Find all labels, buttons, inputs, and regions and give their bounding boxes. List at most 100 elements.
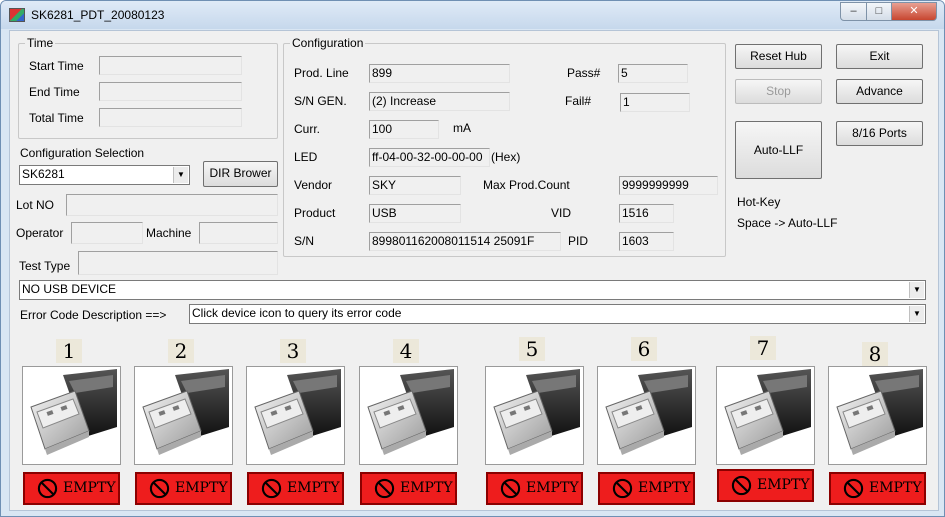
client-area: Time Start Time End Time Total Time Conf… (9, 30, 939, 511)
dir-browse-button[interactable]: DIR Brower (203, 161, 278, 187)
fail-count-field: 1 (620, 93, 690, 112)
sn-field: 899801162008011514 25091F (369, 232, 561, 251)
fail-label: Fail# (565, 94, 592, 108)
end-time-label: End Time (29, 85, 80, 99)
no-entry-icon (843, 478, 864, 499)
slot-status-badge[interactable]: EMPTY (23, 472, 120, 505)
error-code-label: Error Code Description ==> (20, 308, 167, 322)
max-prod-count-label: Max Prod.Count (483, 178, 570, 192)
minimize-button[interactable]: – (840, 2, 867, 21)
slot-status-badge[interactable]: EMPTY (135, 472, 232, 505)
end-time-field (99, 82, 242, 101)
usb-device-combo[interactable]: NO USB DEVICE ▼ (19, 280, 926, 300)
usb-drive-icon[interactable] (359, 366, 458, 465)
error-code-value: Click device icon to query its error cod… (192, 306, 402, 320)
slot-status-text: EMPTY (175, 480, 228, 496)
slot-status-badge[interactable]: EMPTY (360, 472, 457, 505)
prod-line-field: 899 (369, 64, 510, 83)
time-group-title: Time (25, 36, 56, 50)
machine-label: Machine (146, 226, 192, 240)
vid-label: VID (551, 206, 572, 220)
test-type-label: Test Type (19, 259, 71, 273)
slot-status-badge[interactable]: EMPTY (717, 469, 814, 502)
no-entry-icon (731, 475, 752, 496)
pass-count-field: 5 (618, 64, 688, 83)
slot-status-text: EMPTY (400, 480, 453, 496)
usb-device-value: NO USB DEVICE (22, 282, 117, 296)
slot-status-badge[interactable]: EMPTY (247, 472, 344, 505)
ports-button[interactable]: 8/16 Ports (836, 121, 923, 146)
sn-gen-field: (2) Increase (369, 92, 510, 111)
no-entry-icon (261, 478, 282, 499)
slot-status-badge[interactable]: EMPTY (598, 472, 695, 505)
close-button[interactable]: ✕ (891, 2, 937, 21)
stop-button[interactable]: Stop (735, 79, 822, 104)
chevron-down-icon[interactable]: ▼ (173, 167, 188, 183)
slot-status-text: EMPTY (757, 477, 810, 493)
slot-status-text: EMPTY (63, 480, 116, 496)
usb-drive-icon[interactable] (134, 366, 233, 465)
max-prod-count-field: 9999999999 (619, 176, 718, 195)
slot-status-text: EMPTY (638, 480, 691, 496)
lot-no-field[interactable] (66, 194, 278, 216)
no-entry-icon (149, 478, 170, 499)
exit-button[interactable]: Exit (836, 44, 923, 69)
chevron-down-icon[interactable]: ▼ (909, 306, 924, 322)
slot-status-badge[interactable]: EMPTY (486, 472, 583, 505)
sn-gen-label: S/N GEN. (294, 94, 347, 108)
lot-no-label: Lot NO (16, 198, 55, 212)
title-bar[interactable]: SK6281_PDT_20080123 – □ ✕ (1, 1, 944, 29)
maximize-button[interactable]: □ (866, 2, 892, 21)
operator-field[interactable] (71, 222, 143, 244)
test-type-field[interactable] (78, 251, 278, 275)
product-field: USB (369, 204, 461, 223)
usb-drive-icon[interactable] (716, 366, 815, 465)
time-group: Time Start Time End Time Total Time (18, 36, 278, 139)
vendor-label: Vendor (294, 178, 333, 192)
slot-status-badge[interactable]: EMPTY (829, 472, 926, 505)
slot-status-text: EMPTY (526, 480, 579, 496)
slot-status-text: EMPTY (287, 480, 340, 496)
no-entry-icon (500, 478, 521, 499)
window-title: SK6281_PDT_20080123 (31, 8, 165, 22)
auto-llf-button[interactable]: Auto-LLF (735, 121, 822, 179)
slot-number: 5 (519, 337, 545, 361)
slot-number: 3 (280, 339, 306, 363)
total-time-label: Total Time (29, 111, 84, 125)
usb-drive-icon[interactable] (485, 366, 584, 465)
pass-label: Pass# (567, 66, 601, 80)
slot-number: 6 (631, 337, 657, 361)
config-selection-combo[interactable]: SK6281 ▼ (19, 165, 190, 185)
configuration-group-title: Configuration (290, 36, 366, 50)
pid-label: PID (568, 234, 589, 248)
reset-hub-button[interactable]: Reset Hub (735, 44, 822, 69)
pid-field: 1603 (619, 232, 674, 251)
configuration-group: Configuration Prod. Line 899 Pass# 5 S/N… (283, 36, 726, 257)
chevron-down-icon[interactable]: ▼ (909, 282, 924, 298)
no-entry-icon (374, 478, 395, 499)
hotkey-desc: Space -> Auto-LLF (737, 216, 838, 230)
start-time-field (99, 56, 242, 75)
usb-drive-icon[interactable] (22, 366, 121, 465)
usb-drive-icon[interactable] (828, 366, 927, 465)
machine-field[interactable] (199, 222, 278, 244)
slot-status-text: EMPTY (869, 480, 922, 496)
sn-label: S/N (294, 234, 315, 248)
led-unit: (Hex) (491, 150, 521, 164)
hotkey-title: Hot-Key (737, 195, 781, 209)
app-icon (9, 8, 25, 22)
led-label: LED (294, 150, 318, 164)
usb-drive-icon[interactable] (246, 366, 345, 465)
curr-unit: mA (453, 121, 471, 135)
config-selection-label: Configuration Selection (20, 146, 145, 160)
slot-number: 8 (862, 342, 888, 366)
start-time-label: Start Time (29, 59, 84, 73)
no-entry-icon (37, 478, 58, 499)
slot-number: 2 (168, 339, 194, 363)
advance-button[interactable]: Advance (836, 79, 923, 104)
slot-number: 4 (393, 339, 419, 363)
app-window: SK6281_PDT_20080123 – □ ✕ Time Start Tim… (0, 0, 945, 517)
error-code-combo[interactable]: Click device icon to query its error cod… (189, 304, 926, 324)
total-time-field (99, 108, 242, 127)
usb-drive-icon[interactable] (597, 366, 696, 465)
